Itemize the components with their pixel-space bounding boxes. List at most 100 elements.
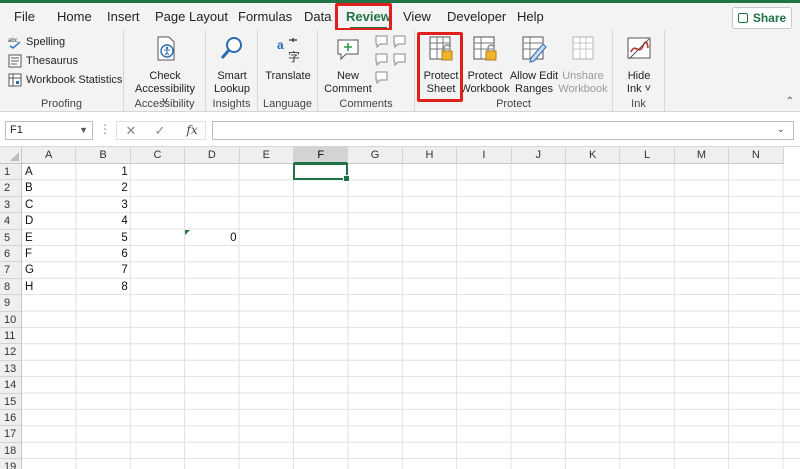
previous-comment-icon[interactable] bbox=[392, 34, 408, 48]
row-header-7[interactable]: 7 bbox=[0, 262, 22, 279]
delete-comment-icon[interactable] bbox=[374, 34, 390, 48]
tab-insert[interactable]: Insert bbox=[101, 6, 146, 28]
svg-text:字: 字 bbox=[288, 49, 300, 64]
cell-b5[interactable]: 5 bbox=[76, 230, 130, 246]
row-header-9[interactable]: 9 bbox=[0, 295, 22, 312]
cell-a4[interactable]: D bbox=[22, 213, 76, 229]
notes-icon[interactable] bbox=[374, 70, 390, 84]
cell-b2[interactable]: 2 bbox=[76, 180, 130, 196]
error-indicator-icon[interactable] bbox=[185, 229, 191, 235]
cell-area[interactable]: ABCDEFGH 12345678 0 bbox=[22, 163, 800, 469]
column-header-a[interactable]: A bbox=[22, 147, 77, 164]
formula-input[interactable]: ⌄ bbox=[212, 121, 794, 140]
column-header-i[interactable]: I bbox=[457, 147, 512, 164]
row-header-6[interactable]: 6 bbox=[0, 246, 22, 263]
row-header-15[interactable]: 15 bbox=[0, 393, 22, 410]
name-box-dropdown-icon[interactable]: ▼ bbox=[79, 122, 88, 139]
column-header-m[interactable]: M bbox=[674, 147, 730, 164]
row-header-11[interactable]: 11 bbox=[0, 328, 22, 345]
row-header-5[interactable]: 5 bbox=[0, 229, 22, 246]
column-header-n[interactable]: N bbox=[729, 147, 784, 164]
cell-b3[interactable]: 3 bbox=[76, 197, 130, 213]
row-header-13[interactable]: 13 bbox=[0, 360, 22, 378]
ribbon-tab-bar: File Home Insert Page Layout Formulas Da… bbox=[0, 3, 800, 31]
column-header-h[interactable]: H bbox=[402, 147, 458, 164]
group-label-comments: Comments bbox=[339, 98, 393, 110]
share-button[interactable]: Share bbox=[732, 7, 792, 29]
protect-sheet-highlight bbox=[417, 32, 463, 102]
show-comments-icon[interactable] bbox=[392, 52, 408, 66]
column-header-d[interactable]: D bbox=[185, 147, 240, 164]
thesaurus-button[interactable]: Thesaurus bbox=[8, 52, 78, 70]
unshare-workbook-button[interactable]: Unshare Workbook bbox=[553, 34, 613, 96]
tab-data[interactable]: Data bbox=[298, 6, 337, 28]
review-tab-highlight bbox=[335, 3, 392, 31]
insert-function-icon[interactable]: fx bbox=[182, 121, 202, 140]
collapse-ribbon-icon[interactable]: ⌃ bbox=[786, 96, 794, 107]
row-header-14[interactable]: 14 bbox=[0, 377, 22, 394]
column-header-j[interactable]: J bbox=[511, 147, 566, 164]
worksheet-grid: ABCDEFGHIJKLMN 1 2 3 4 5 6 7 8 9 10 11 12 13 14 15 16 17… bbox=[0, 147, 800, 469]
cell-a2[interactable]: B bbox=[22, 180, 76, 196]
column-header-k[interactable]: K bbox=[566, 147, 621, 164]
row-header-18[interactable]: 18 bbox=[0, 442, 22, 460]
cell-a3[interactable]: C bbox=[22, 197, 76, 213]
tab-page-layout[interactable]: Page Layout bbox=[149, 6, 234, 28]
hide-ink-icon bbox=[627, 37, 651, 60]
group-accessibility: Check Accessibility ˅ Accessibility bbox=[124, 30, 206, 112]
tab-home[interactable]: Home bbox=[51, 6, 98, 28]
column-header-f[interactable]: F bbox=[294, 147, 349, 164]
translate-icon: a 字 bbox=[277, 38, 300, 64]
row-header-8[interactable]: 8 bbox=[0, 278, 22, 296]
ribbon: abc Spelling Thesaurus Workbook Statisti… bbox=[0, 30, 800, 112]
row-header-19[interactable]: 19 bbox=[0, 459, 22, 469]
smart-lookup-button[interactable]: Smart Lookup bbox=[202, 34, 262, 96]
cell-b7[interactable]: 7 bbox=[76, 262, 130, 278]
enter-icon[interactable]: ✓ bbox=[150, 121, 170, 140]
cell-b6[interactable]: 6 bbox=[76, 246, 130, 262]
hide-ink-button[interactable]: Hide Ink ˅ bbox=[609, 34, 669, 96]
column-header-c[interactable]: C bbox=[130, 147, 186, 164]
cell-a8[interactable]: H bbox=[22, 279, 76, 295]
formula-bar-grip-icon[interactable]: ⋮ bbox=[99, 123, 111, 135]
formula-bar: F1 ▼ ⋮ ✕ ✓ fx ⌄ bbox=[0, 113, 800, 147]
new-comment-button[interactable]: New Comment bbox=[318, 34, 378, 96]
translate-button[interactable]: a 字 Translate bbox=[258, 34, 318, 83]
row-header-2[interactable]: 2 bbox=[0, 180, 22, 197]
cell-a7[interactable]: G bbox=[22, 262, 76, 278]
expand-formula-bar-icon[interactable]: ⌄ bbox=[777, 124, 785, 135]
column-header-b[interactable]: B bbox=[76, 147, 131, 164]
select-all-corner[interactable] bbox=[0, 147, 22, 164]
row-header-3[interactable]: 3 bbox=[0, 196, 22, 214]
row-header-16[interactable]: 16 bbox=[0, 410, 22, 427]
next-comment-icon[interactable] bbox=[374, 52, 390, 66]
allow-edit-ranges-icon bbox=[522, 36, 547, 63]
selected-cell-f1[interactable] bbox=[293, 163, 351, 183]
tab-view[interactable]: View bbox=[397, 6, 437, 28]
cell-d5[interactable]: 0 bbox=[185, 230, 239, 246]
tab-file[interactable]: File bbox=[8, 6, 41, 28]
spelling-button[interactable]: abc Spelling bbox=[8, 33, 65, 51]
share-icon bbox=[737, 13, 748, 23]
cell-a1[interactable]: A bbox=[22, 164, 76, 180]
column-header-l[interactable]: L bbox=[620, 147, 675, 164]
tab-formulas[interactable]: Formulas bbox=[232, 6, 298, 28]
tab-help[interactable]: Help bbox=[511, 6, 550, 28]
cancel-icon[interactable]: ✕ bbox=[121, 121, 141, 140]
row-header-17[interactable]: 17 bbox=[0, 426, 22, 443]
column-header-e[interactable]: E bbox=[239, 147, 294, 164]
cell-b8[interactable]: 8 bbox=[76, 279, 130, 295]
row-header-4[interactable]: 4 bbox=[0, 213, 22, 230]
row-header-1[interactable]: 1 bbox=[0, 164, 22, 181]
column-header-g[interactable]: G bbox=[348, 147, 403, 164]
tab-developer[interactable]: Developer bbox=[441, 6, 512, 28]
cell-a6[interactable]: F bbox=[22, 246, 76, 262]
row-header-10[interactable]: 10 bbox=[0, 311, 22, 328]
group-proofing: abc Spelling Thesaurus Workbook Statisti… bbox=[0, 30, 124, 112]
cell-a5[interactable]: E bbox=[22, 230, 76, 246]
cell-b4[interactable]: 4 bbox=[76, 213, 130, 229]
row-header-12[interactable]: 12 bbox=[0, 344, 22, 361]
name-box[interactable]: F1 ▼ bbox=[5, 121, 93, 140]
cell-b1[interactable]: 1 bbox=[76, 164, 130, 180]
workbook-statistics-button[interactable]: Workbook Statistics bbox=[8, 71, 122, 89]
